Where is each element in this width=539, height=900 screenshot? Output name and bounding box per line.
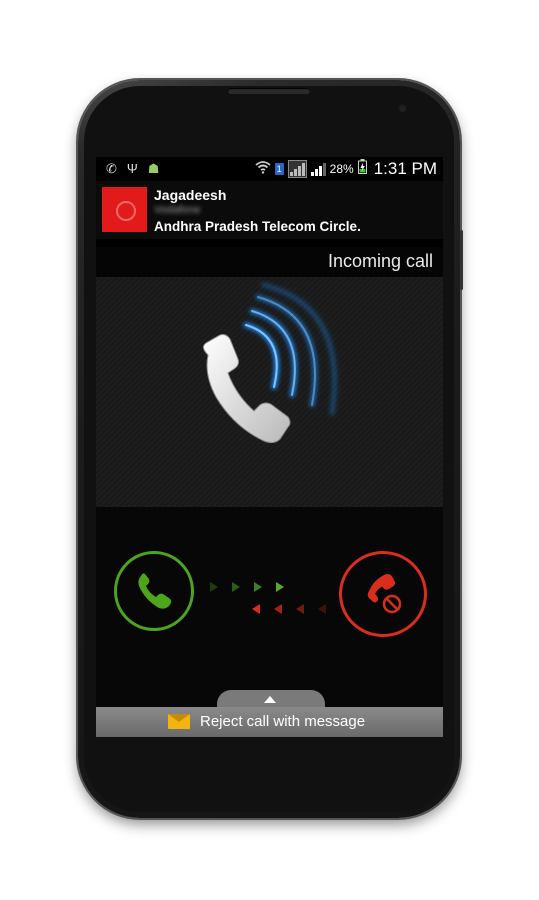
call-status-label: Incoming call [327,251,433,271]
reject-phone-icon [367,573,402,614]
caller-photo [102,187,147,232]
usb-icon: Ψ [126,161,138,176]
call-status-bar: Incoming call [96,247,443,277]
envelope-icon [168,714,190,729]
call-actions-area: Reject call with message [96,507,443,737]
reject-with-message-bar[interactable]: Reject call with message [96,707,443,737]
battery-charging-icon [357,159,367,179]
reject-with-message-label: Reject call with message [200,713,366,730]
caller-carrier: Vodafone [154,204,201,216]
caller-location: Andhra Pradesh Telecom Circle. [154,219,361,234]
wifi-icon [255,160,271,179]
front-camera [398,104,407,113]
battery-percent: 28% [329,162,354,176]
reject-call-button[interactable] [339,551,427,637]
caller-info: Jagadeesh Vodafone Andhra Pradesh Teleco… [96,181,443,239]
answer-call-button[interactable] [114,551,194,631]
status-bar: ✆ Ψ ☗ 1 28% 1:31 PM [96,157,443,181]
power-button [460,230,463,290]
answer-phone-icon [138,573,172,609]
phone-screen: ✆ Ψ ☗ 1 28% 1:31 PM Jagadeesh Vodafone A… [96,157,443,737]
phone-icon: ✆ [106,161,117,176]
caller-name: Jagadeesh [154,187,227,203]
chevron-up-icon [264,696,276,703]
ringing-handset-icon [202,282,338,444]
clock: 1:31 PM [373,159,437,178]
answer-slide-arrows [210,582,284,592]
earpiece-speaker [228,88,310,94]
signal-sim1-icon [287,160,307,178]
android-debug-icon: ☗ [147,161,160,176]
sim-badge: 1 [274,163,284,175]
carrier-logo [116,201,136,221]
signal-sim2-icon [310,162,326,176]
ringing-animation-area [96,277,443,507]
